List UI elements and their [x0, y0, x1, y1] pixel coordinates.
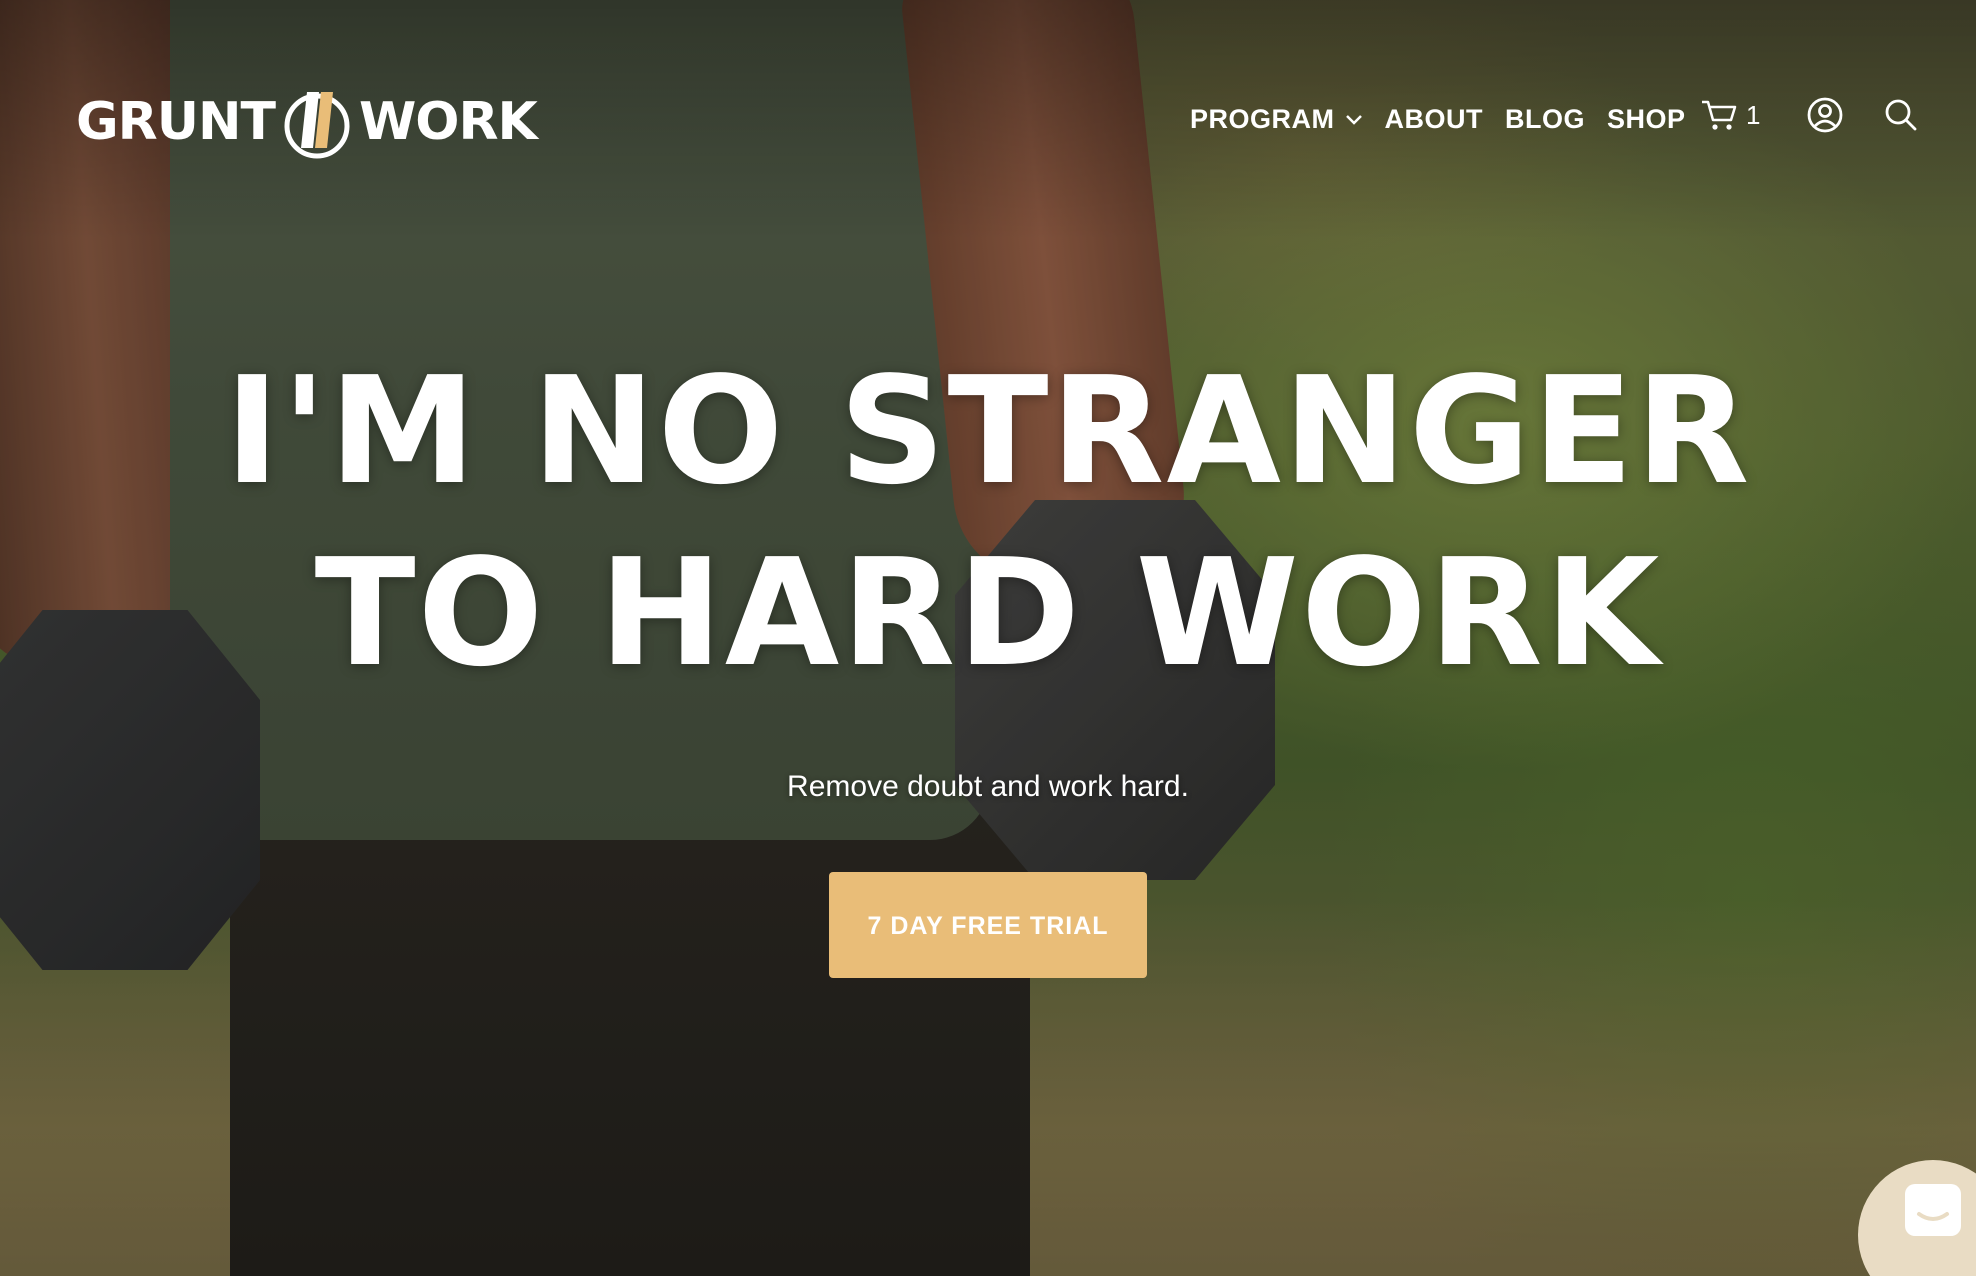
cart-icon	[1702, 100, 1737, 130]
hero-content: I'M NO STRANGER TO HARD WORK Remove doub…	[0, 340, 1976, 978]
hero-headline-line2: TO HARD WORK	[314, 527, 1662, 699]
chat-icon	[1905, 1184, 1961, 1236]
logo-mark-icon	[284, 92, 350, 159]
account-button[interactable]	[1806, 96, 1844, 134]
nav-item-label: BLOG	[1505, 104, 1585, 134]
hero-headline: I'M NO STRANGER TO HARD WORK	[0, 340, 1976, 704]
site-logo[interactable]: GRUNT WORK	[76, 80, 538, 164]
nav-item-about[interactable]: ABOUT	[1385, 104, 1484, 135]
logo-text-right: WORK	[358, 92, 538, 152]
site-header: GRUNT WORK PROGRAM ABOUT BLOG SHOP 1	[0, 0, 1976, 240]
chevron-down-icon	[1345, 114, 1362, 125]
nav-item-label: SHOP	[1607, 104, 1686, 134]
nav-item-blog[interactable]: BLOG	[1505, 104, 1585, 135]
nav-item-program[interactable]: PROGRAM	[1190, 104, 1363, 135]
hero-headline-line1: I'M NO STRANGER	[224, 345, 1752, 517]
nav-item-label: PROGRAM	[1190, 104, 1335, 134]
cart-count: 1	[1746, 99, 1761, 130]
nav-item-label: ABOUT	[1384, 104, 1483, 134]
search-icon	[1886, 99, 1917, 131]
hero-section: GRUNT WORK PROGRAM ABOUT BLOG SHOP 1 I'M…	[0, 0, 1976, 1276]
search-button[interactable]	[1884, 98, 1918, 132]
hero-subheadline: Remove doubt and work hard.	[787, 770, 1189, 803]
logo-text-left: GRUNT	[76, 92, 276, 152]
main-nav: PROGRAM ABOUT BLOG SHOP	[1190, 104, 1686, 135]
header-icons: 1	[1700, 96, 1918, 134]
account-icon	[1808, 97, 1843, 133]
nav-item-shop[interactable]: SHOP	[1607, 104, 1686, 135]
free-trial-button[interactable]: 7 DAY FREE TRIAL	[829, 872, 1147, 978]
cart-button[interactable]: 1	[1700, 98, 1760, 132]
